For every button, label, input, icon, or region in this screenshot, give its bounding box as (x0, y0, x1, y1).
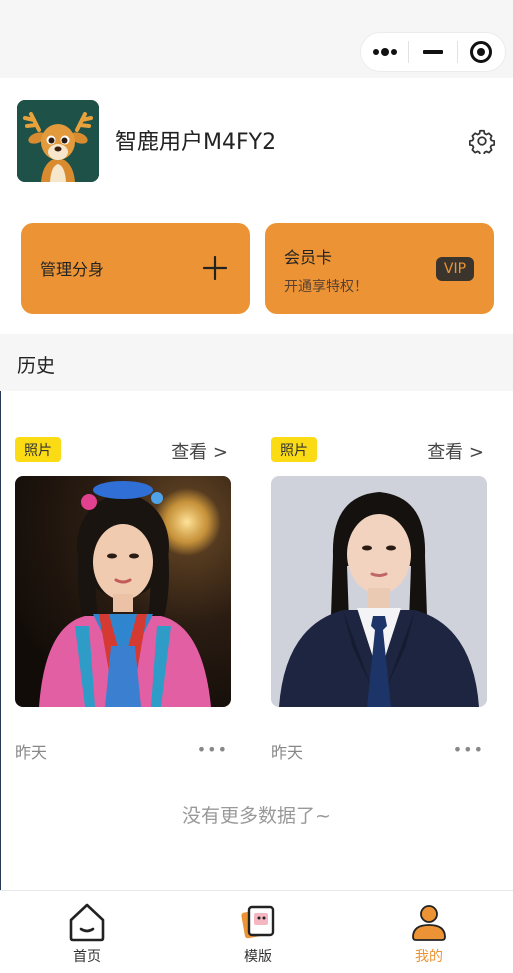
history-photo[interactable] (15, 476, 231, 707)
history-section-header: 历史 (0, 334, 513, 391)
tab-mine-label: 我的 (415, 949, 443, 965)
member-card-subtitle: 开通享特权！ (284, 279, 368, 295)
history-heading: 历史 (17, 355, 56, 377)
tab-templates[interactable]: 模版 (218, 901, 298, 966)
tab-templates-label: 模版 (244, 949, 272, 965)
tab-home-label: 首页 (73, 949, 101, 965)
member-card-title: 会员卡 (284, 248, 333, 267)
history-photo[interactable] (271, 476, 487, 707)
navigation-bar (0, 0, 513, 78)
more-options-icon[interactable]: ••• (197, 740, 228, 759)
profile-icon (412, 905, 446, 941)
history-date: 昨天 (15, 743, 48, 762)
username: 智鹿用户M4FY2 (115, 130, 277, 155)
no-more-data-text: 没有更多数据了~ (182, 805, 331, 827)
tab-home[interactable]: 首页 (47, 901, 127, 966)
more-menu-button[interactable] (361, 33, 408, 71)
minus-icon (422, 50, 443, 54)
target-circle-icon (470, 41, 493, 63)
plus-icon (203, 256, 227, 280)
close-mini-program-button[interactable] (458, 33, 505, 71)
history-date: 昨天 (271, 743, 304, 762)
bottom-tab-bar: 首页 模版 我的 (0, 890, 513, 973)
manage-avatar-title: 管理分身 (40, 260, 105, 279)
more-dots-icon (372, 48, 397, 56)
manage-avatar-card[interactable]: 管理分身 (21, 223, 250, 314)
minimize-button[interactable] (409, 33, 456, 71)
view-link[interactable]: 查看 > (427, 438, 484, 464)
profile-section: 智鹿用户M4FY2 管理分身 会员卡 开通享特权！ VIP (0, 78, 513, 334)
photo-tag: 照片 (271, 437, 317, 462)
vip-badge: VIP (436, 257, 474, 281)
home-icon (69, 903, 105, 942)
tab-mine[interactable]: 我的 (389, 901, 469, 966)
avatar[interactable] (17, 100, 99, 182)
mini-program-capsule (360, 32, 506, 72)
more-options-icon[interactable]: ••• (453, 740, 484, 759)
hanfu-portrait-image (15, 476, 231, 707)
settings-gear-icon[interactable] (469, 128, 495, 154)
photo-tag: 照片 (15, 437, 61, 462)
member-card[interactable]: 会员卡 开通享特权！ VIP (265, 223, 494, 314)
view-link[interactable]: 查看 > (171, 438, 228, 464)
deer-avatar-icon (17, 100, 99, 182)
business-portrait-image (271, 476, 487, 707)
template-icon (241, 905, 275, 939)
